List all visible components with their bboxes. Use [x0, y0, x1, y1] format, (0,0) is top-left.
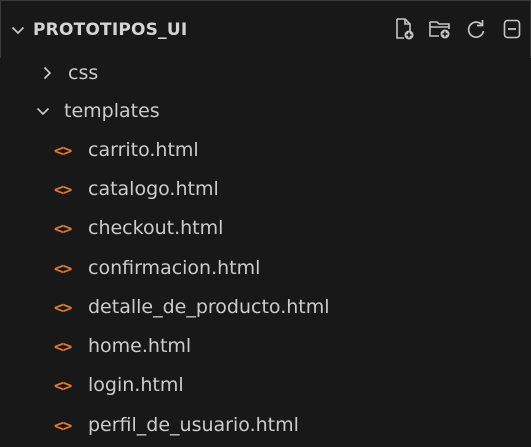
chevron-down-icon	[34, 102, 52, 120]
html-file-icon: <>	[54, 415, 72, 435]
file-label: catalogo.html	[88, 178, 219, 200]
file-item-carrito[interactable]: <> carrito.html	[0, 131, 531, 169]
html-file-icon: <>	[54, 297, 72, 317]
file-item-detalle-de-producto[interactable]: <> detalle_de_producto.html	[0, 288, 531, 326]
file-label: perfil_de_usuario.html	[88, 414, 299, 436]
file-label: login.html	[88, 374, 184, 396]
html-file-icon: <>	[54, 218, 72, 238]
file-item-catalogo[interactable]: <> catalogo.html	[0, 170, 531, 208]
file-label: detalle_de_producto.html	[88, 296, 330, 318]
file-item-home[interactable]: <> home.html	[0, 327, 531, 365]
file-item-perfil-de-usuario[interactable]: <> perfil_de_usuario.html	[0, 406, 531, 444]
file-item-confirmacion[interactable]: <> confirmacion.html	[0, 249, 531, 287]
html-file-icon: <>	[54, 336, 72, 356]
chevron-down-icon[interactable]	[9, 21, 27, 39]
folder-label: css	[68, 62, 99, 84]
refresh-icon[interactable]	[464, 16, 488, 42]
html-file-icon: <>	[54, 140, 72, 160]
folder-label: templates	[64, 100, 160, 122]
file-item-login[interactable]: <> login.html	[0, 366, 531, 404]
file-label: home.html	[88, 335, 192, 357]
file-label: carrito.html	[88, 139, 199, 161]
folder-templates[interactable]: templates	[0, 92, 531, 130]
explorer-section-header[interactable]: PROTOTIPOS_UI	[0, 0, 531, 58]
section-actions	[392, 16, 524, 42]
file-label: checkout.html	[88, 217, 224, 239]
new-file-icon[interactable]	[392, 16, 416, 42]
chevron-right-icon	[38, 64, 56, 82]
file-item-checkout[interactable]: <> checkout.html	[0, 209, 531, 247]
collapse-all-icon[interactable]	[500, 16, 524, 42]
section-title: PROTOTIPOS_UI	[33, 19, 188, 40]
new-folder-icon[interactable]	[428, 16, 452, 42]
file-label: confirmacion.html	[88, 257, 261, 279]
explorer-panel: PROTOTIPOS_UI css templates <> carrito.h…	[0, 0, 531, 447]
folder-css[interactable]: css	[0, 54, 531, 92]
html-file-icon: <>	[54, 179, 72, 199]
file-tree: css templates <> carrito.html <> catalog…	[0, 58, 531, 447]
html-file-icon: <>	[54, 375, 72, 395]
html-file-icon: <>	[54, 258, 72, 278]
